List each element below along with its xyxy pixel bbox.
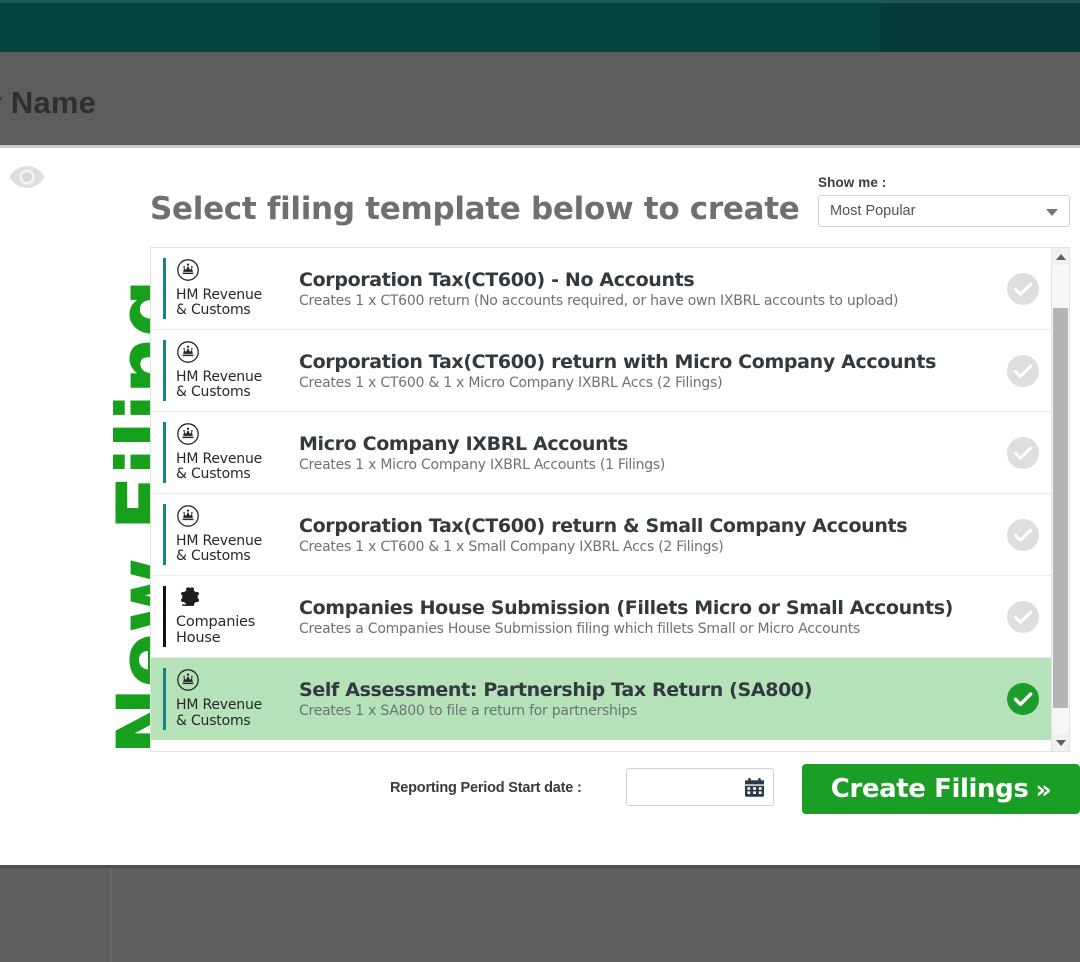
list-item[interactable]: HM Revenue & Customs Corporation Tax(CT6… xyxy=(151,248,1051,330)
scrollbar-thumb[interactable] xyxy=(1053,308,1068,708)
create-filings-label: Create Filings xyxy=(830,774,1029,804)
list-item-texts: Self Assessment: Partnership Tax Return … xyxy=(281,679,995,719)
agency-logo-line1: HM Revenue xyxy=(176,697,263,714)
show-me-select[interactable]: Most Popular xyxy=(818,195,1070,227)
agency-logo-line1: HM Revenue xyxy=(176,450,263,467)
template-title: Corporation Tax(CT600) return with Micro… xyxy=(299,350,937,373)
top-app-bar xyxy=(0,0,1080,52)
list-item-texts: Corporation Tax(CT600) return & Small Co… xyxy=(281,515,995,555)
double-chevron-right-icon: » xyxy=(1035,774,1052,804)
template-title: Corporation Tax(CT600) return & Small Co… xyxy=(299,514,908,537)
scroll-down-arrow-icon[interactable] xyxy=(1052,734,1069,751)
eye-icon[interactable] xyxy=(8,163,46,191)
show-me-label: Show me : xyxy=(818,175,887,190)
reporting-period-start-date-field[interactable] xyxy=(626,768,774,806)
chevron-down-icon xyxy=(1046,209,1058,216)
page-title: Select filing template below to create xyxy=(150,191,800,227)
template-subtitle: Creates 1 x CT600 & 1 x Micro Company IX… xyxy=(299,374,723,391)
check-circle-icon xyxy=(1007,272,1039,305)
check-circle-icon xyxy=(1007,518,1039,551)
select-check[interactable] xyxy=(995,518,1051,552)
select-check-selected[interactable] xyxy=(995,682,1051,716)
list-item-texts: Companies House Submission (Fillets Micr… xyxy=(281,597,995,637)
list-item-texts: Micro Company IXBRL Accounts Creates 1 x… xyxy=(281,433,995,473)
agency-logo-hmrc: HM Revenue & Customs xyxy=(163,339,281,402)
template-subtitle: Creates 1 x SA800 to file a return for p… xyxy=(299,703,637,719)
agency-logo-line2: House xyxy=(176,630,221,647)
agency-logo-line2: & Customs xyxy=(176,384,251,401)
hmrc-crown-icon xyxy=(176,258,281,287)
agency-logo-line1: HM Revenue xyxy=(176,532,263,549)
bottom-overlay-edge xyxy=(0,865,1080,868)
agency-logo-companies-house: Companies House xyxy=(163,586,281,647)
check-circle-icon xyxy=(1007,354,1039,387)
agency-logo-line1: Companies xyxy=(176,614,256,631)
calendar-icon[interactable] xyxy=(744,777,765,803)
companies-house-crest-icon xyxy=(176,586,281,613)
check-circle-icon xyxy=(1007,436,1039,469)
list-item[interactable]: HM Revenue & Customs Corporation Tax(CT6… xyxy=(151,330,1051,412)
agency-logo-hmrc: HM Revenue & Customs xyxy=(163,257,281,320)
panel-header: Select filing template below to create S… xyxy=(150,175,1070,247)
hmrc-crown-icon xyxy=(176,668,281,697)
hmrc-crown-icon xyxy=(176,340,281,369)
filing-template-list: HM Revenue & Customs Corporation Tax(CT6… xyxy=(150,247,1070,752)
filing-template-list-inner: HM Revenue & Customs Corporation Tax(CT6… xyxy=(151,248,1051,751)
template-title: Companies House Submission (Fillets Micr… xyxy=(299,596,954,619)
template-title: Micro Company IXBRL Accounts xyxy=(299,432,628,455)
list-item[interactable]: HM Revenue & Customs Micro Company IXBRL… xyxy=(151,412,1051,494)
top-app-bar-highlight xyxy=(0,0,880,52)
check-circle-filled-icon xyxy=(1007,683,1039,715)
template-subtitle: Creates 1 x CT600 return (No accounts re… xyxy=(299,292,899,309)
app-root: any Name New Filing Select filing templa… xyxy=(0,0,1080,962)
template-title: Corporation Tax(CT600) - No Accounts xyxy=(299,268,695,291)
agency-logo-line1: HM Revenue xyxy=(176,368,263,385)
company-name-title: any Name xyxy=(0,85,97,120)
hmrc-crown-icon xyxy=(176,422,281,451)
top-app-bar-edge xyxy=(0,0,1080,3)
template-title: Self Assessment: Partnership Tax Return … xyxy=(299,679,813,701)
list-item-texts: Corporation Tax(CT600) - No Accounts Cre… xyxy=(281,269,995,309)
template-subtitle: Creates 1 x CT600 & 1 x Small Company IX… xyxy=(299,538,724,555)
show-me-group: Show me : Most Popular xyxy=(818,175,1070,227)
select-check[interactable] xyxy=(995,272,1051,306)
list-item[interactable]: Companies House Companies House Submissi… xyxy=(151,576,1051,658)
company-header-band xyxy=(0,52,1080,145)
filing-template-panel: Select filing template below to create S… xyxy=(150,175,1070,752)
list-item[interactable]: HM Revenue & Customs Corporation Tax(CT6… xyxy=(151,494,1051,576)
template-subtitle: Creates 1 x Micro Company IXBRL Accounts… xyxy=(299,456,666,473)
agency-logo-line2: & Customs xyxy=(176,712,251,729)
reporting-period-label: Reporting Period Start date : xyxy=(390,780,582,796)
agency-logo-line2: & Customs xyxy=(176,466,251,483)
show-me-selected-value: Most Popular xyxy=(830,203,916,219)
agency-logo-hmrc: HM Revenue & Customs xyxy=(163,668,281,730)
select-check[interactable] xyxy=(995,600,1051,634)
list-scrollbar[interactable] xyxy=(1051,248,1069,751)
select-check[interactable] xyxy=(995,436,1051,470)
agency-logo-line2: & Customs xyxy=(176,548,251,565)
agency-logo-line2: & Customs xyxy=(176,302,251,319)
bottom-overlay-band xyxy=(0,865,1080,962)
hmrc-crown-icon xyxy=(176,504,281,533)
list-item-texts: Corporation Tax(CT600) return with Micro… xyxy=(281,351,995,391)
scroll-up-arrow-icon[interactable] xyxy=(1052,248,1069,265)
footer-controls: Reporting Period Start date : Create Fil… xyxy=(150,755,1080,821)
agency-logo-hmrc: HM Revenue & Customs xyxy=(163,503,281,566)
create-filings-button[interactable]: Create Filings » xyxy=(802,764,1080,814)
select-check[interactable] xyxy=(995,354,1051,388)
list-item-selected[interactable]: HM Revenue & Customs Self Assessment: Pa… xyxy=(151,658,1051,740)
agency-logo-line1: HM Revenue xyxy=(176,286,263,303)
bottom-overlay-seam xyxy=(110,868,112,962)
agency-logo-hmrc: HM Revenue & Customs xyxy=(163,421,281,484)
template-subtitle: Creates a Companies House Submission fil… xyxy=(299,620,861,637)
check-circle-icon xyxy=(1007,600,1039,633)
